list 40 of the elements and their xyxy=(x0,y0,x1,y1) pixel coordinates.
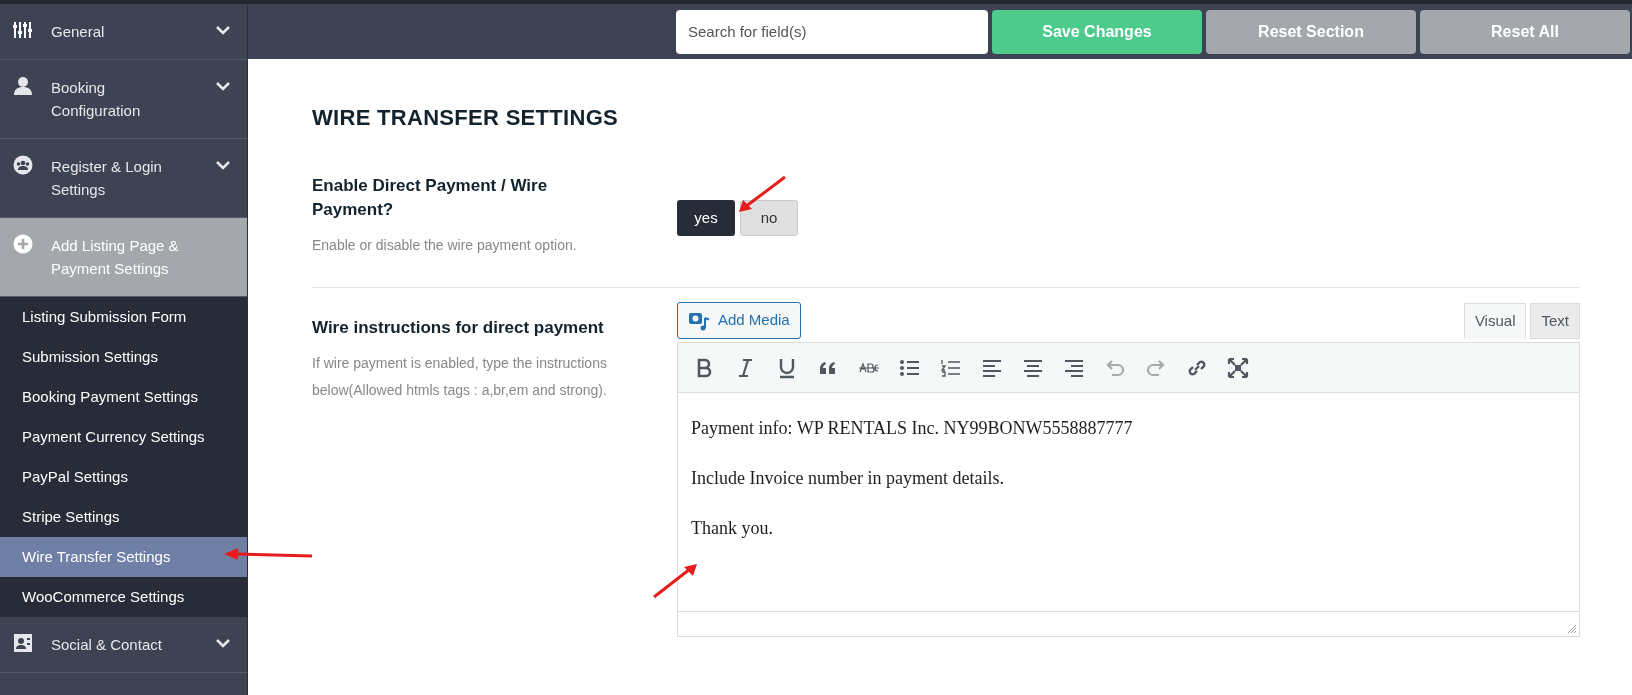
annotation-arrow xyxy=(737,175,787,213)
chevron-down-icon xyxy=(216,160,230,170)
editor-tab[interactable]: Visual xyxy=(1463,303,1527,339)
editor-paragraph: Thank you. xyxy=(691,517,774,540)
plus-circle-icon xyxy=(13,234,33,254)
sidebar-item-label: Social & Contact xyxy=(51,635,163,655)
submenu-item[interactable]: Stripe Settings xyxy=(0,497,247,537)
sidebar-item-label: Booking Configuration xyxy=(51,78,142,121)
submenu-item[interactable]: Booking Payment Settings xyxy=(0,377,247,417)
editor-paragraph: Include Invoice number in payment details. xyxy=(691,467,1005,490)
submenu-item[interactable]: Listing Submission Form xyxy=(0,297,247,337)
submenu-item[interactable]: Submission Settings xyxy=(0,337,247,377)
chevron-down-icon xyxy=(216,638,230,648)
user-icon xyxy=(13,76,33,96)
chevron-down-icon xyxy=(216,25,230,35)
field-description: Enable or disable the wire payment option. xyxy=(312,236,578,255)
annotation-arrow xyxy=(652,563,698,599)
submenu-item[interactable]: PayPal Settings xyxy=(0,457,247,497)
section-title: WIRE TRANSFER SETTINGS xyxy=(312,104,620,132)
field-label: Wire instructions for direct payment xyxy=(312,317,605,339)
submenu-item[interactable]: WooCommerce Settings xyxy=(0,577,247,617)
sidebar-item-label: Add Listing Page & Payment Settings xyxy=(51,236,180,279)
fullscreen-icon[interactable] xyxy=(1227,356,1249,379)
add-media-button[interactable]: Add Media xyxy=(677,302,801,339)
submenu-item[interactable]: Payment Currency Settings xyxy=(0,417,247,457)
toggle-option[interactable]: yes xyxy=(677,200,735,236)
contact-card-icon xyxy=(13,633,33,653)
field-description: If wire payment is enabled, type the instructions below(Allowed htmls tags : a,br,em and strong). xyxy=(312,354,608,400)
chevron-down-icon xyxy=(216,81,230,91)
field-label: Enable Direct Payment / Wire Payment? xyxy=(312,175,549,221)
resize-handle-icon[interactable] xyxy=(1567,624,1577,634)
sliders-icon xyxy=(13,20,33,40)
submenu-item[interactable]: Wire Transfer Settings xyxy=(0,537,247,577)
sidebar-item-label: General xyxy=(51,22,106,42)
editor-paragraph: Payment info: WP RENTALS Inc. NY99BONW5558887777 xyxy=(691,417,1134,440)
search-field[interactable]: Search for field(s) xyxy=(676,9,988,54)
editor-tab[interactable]: Text xyxy=(1530,303,1580,339)
sidebar-item-label: Register & Login Settings xyxy=(51,157,163,200)
group-icon xyxy=(13,155,33,175)
toggle-option[interactable]: no xyxy=(740,200,798,236)
